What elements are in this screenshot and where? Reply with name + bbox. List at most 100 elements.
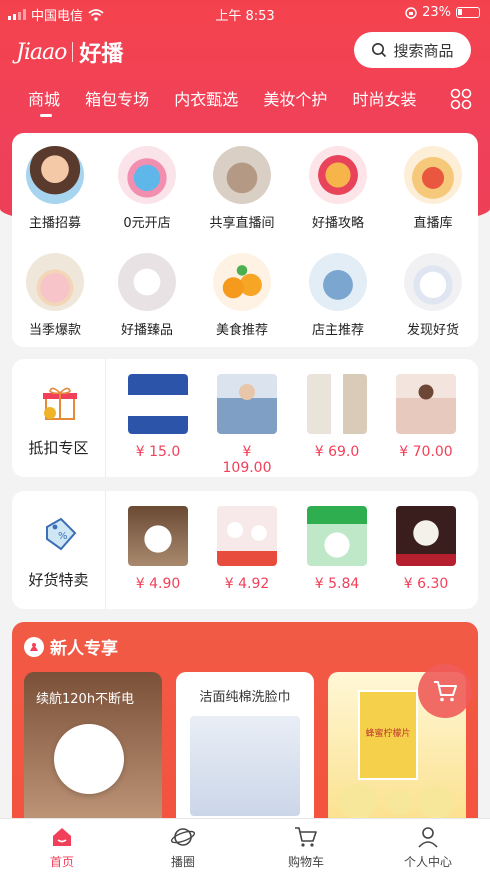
product-image	[54, 724, 124, 794]
category-discover[interactable]: 发现好货	[388, 253, 478, 338]
deal-product-1[interactable]: ¥ 4.90	[128, 506, 188, 592]
floating-cart-button[interactable]	[418, 664, 472, 718]
product-price: ¥ 4.92	[224, 576, 270, 592]
user-icon	[418, 827, 438, 848]
discount-product-2[interactable]: ¥ 109.00	[217, 374, 277, 476]
product-price: ¥ 4.90	[135, 576, 181, 592]
app-header: Jiaao 好播 搜索商品	[0, 30, 490, 74]
category-guide[interactable]: 好播攻略	[293, 146, 383, 231]
product-price: ¥ 5.84	[314, 576, 360, 592]
product-image	[307, 506, 367, 566]
status-bar: 中国电信 上午 8:53 23%	[0, 0, 490, 26]
tab-womens-fashion[interactable]: 时尚女装	[352, 86, 416, 110]
studio-icon	[213, 146, 271, 204]
product-caption: 蜂蜜柠檬片	[365, 729, 411, 739]
product-image	[396, 506, 456, 566]
category-label: 店主推荐	[311, 323, 364, 338]
nav-cart[interactable]: 购物车	[257, 825, 355, 870]
product-image	[128, 374, 188, 434]
battery-icon	[456, 7, 480, 18]
logo-divider	[72, 42, 74, 62]
category-label: 主播招募	[28, 216, 81, 231]
tab-beauty[interactable]: 美妆个护	[263, 86, 327, 110]
gift-coin-icon	[43, 387, 77, 420]
discount-product-4[interactable]: ¥ 70.00	[396, 374, 456, 460]
tab-mall[interactable]: 商城	[28, 86, 60, 117]
tab-row: 商城 箱包专场 内衣甄选 美妆个护 时尚女装 精	[28, 86, 438, 122]
deal-product-2[interactable]: ¥ 4.92	[217, 506, 277, 592]
product-image	[128, 506, 188, 566]
good-deals: % 好货特卖 ¥ 4.90 ¥ 4.92 ¥ 5.84 ¥ 6.30	[12, 491, 478, 609]
logo-script: Jiaao	[16, 39, 67, 65]
category-owner-picks[interactable]: 店主推荐	[293, 253, 383, 338]
product-caption: 续航120h不断电	[36, 692, 135, 707]
search-label: 搜索商品	[393, 41, 454, 60]
nav-circle[interactable]: 播圈	[134, 825, 232, 870]
bottom-nav: 首页 播圈 购物车 个人中心	[0, 818, 490, 876]
shop-icon	[118, 146, 176, 204]
category-premium[interactable]: 好播臻品	[102, 253, 192, 338]
discount-zone-title: 抵扣专区	[28, 439, 89, 457]
good-deals-header[interactable]: % 好货特卖	[12, 491, 106, 609]
nav-home-label: 首页	[49, 855, 74, 869]
new-user-title: 新人专享	[50, 639, 118, 659]
discount-zone: 抵扣专区 ¥ 15.0 ¥ 109.00 ¥ 69.0 ¥ 70.00	[12, 359, 478, 477]
cart-icon	[295, 827, 317, 847]
category-shared-studio[interactable]: 共享直播间	[197, 146, 287, 231]
cart-icon	[434, 681, 457, 702]
deal-product-3[interactable]: ¥ 5.84	[307, 506, 367, 592]
tshirt-icon	[26, 253, 84, 311]
category-food[interactable]: 美食推荐	[197, 253, 287, 338]
nav-cart-label: 购物车	[287, 855, 324, 869]
category-live-library[interactable]: 直播库	[388, 146, 478, 231]
nav-home[interactable]: 首页	[13, 825, 111, 870]
underwear-icon	[118, 253, 176, 311]
status-right: 23%	[405, 5, 480, 20]
product-caption: 洁面纯棉洗脸巾	[199, 690, 291, 705]
new-user-header: 新人专享	[24, 634, 118, 659]
deal-product-4[interactable]: ¥ 6.30	[396, 506, 456, 592]
product-image	[396, 374, 456, 434]
category-free-shop[interactable]: 0元开店	[102, 146, 192, 231]
category-label: 当季爆款	[28, 323, 81, 338]
all-categories-icon[interactable]	[450, 88, 472, 110]
product-price: ¥ 6.30	[403, 576, 449, 592]
category-anchor-recruit[interactable]: 主播招募	[10, 146, 100, 231]
product-price: ¥ 15.0	[135, 444, 181, 460]
discount-zone-header[interactable]: 抵扣专区	[12, 359, 106, 477]
nav-profile[interactable]: 个人中心	[379, 825, 477, 870]
nav-profile-label: 个人中心	[403, 855, 452, 869]
warehouse-icon	[404, 146, 462, 204]
new-user-icon	[24, 636, 44, 657]
product-image	[217, 374, 277, 434]
home-icon	[53, 828, 71, 846]
discount-product-3[interactable]: ¥ 69.0	[307, 374, 367, 460]
product-image	[307, 374, 367, 434]
category-label: 好播臻品	[120, 323, 173, 338]
discount-product-1[interactable]: ¥ 15.0	[128, 374, 188, 460]
logo-brand: 好播	[79, 42, 124, 67]
planet-icon	[170, 828, 196, 846]
app-logo: Jiaao 好播	[16, 36, 123, 68]
search-icon	[372, 43, 387, 58]
good-deals-title: 好货特卖	[28, 571, 89, 589]
jacket-icon	[309, 253, 367, 311]
search-button[interactable]: 搜索商品	[354, 32, 471, 68]
product-price: ¥ 69.0	[314, 444, 360, 460]
tab-underwear[interactable]: 内衣甄选	[174, 86, 238, 110]
product-image	[190, 716, 300, 816]
lemon-slices	[334, 782, 454, 822]
category-label: 发现好货	[406, 323, 459, 338]
new-user-product-2[interactable]: 洁面纯棉洗脸巾	[176, 672, 314, 822]
nav-circle-label: 播圈	[170, 855, 195, 869]
category-label: 直播库	[413, 216, 453, 231]
category-hot-season[interactable]: 当季爆款	[10, 253, 100, 338]
new-user-product-1[interactable]: 续航120h不断电	[24, 672, 162, 822]
product-price: ¥ 70.00	[399, 444, 453, 460]
product-image	[217, 506, 277, 566]
category-label: 美食推荐	[215, 323, 268, 338]
anchor-avatar	[26, 146, 84, 204]
battery-percent: 23%	[422, 5, 451, 20]
category-label: 好播攻略	[311, 216, 364, 231]
tab-bags[interactable]: 箱包专场	[85, 86, 149, 110]
